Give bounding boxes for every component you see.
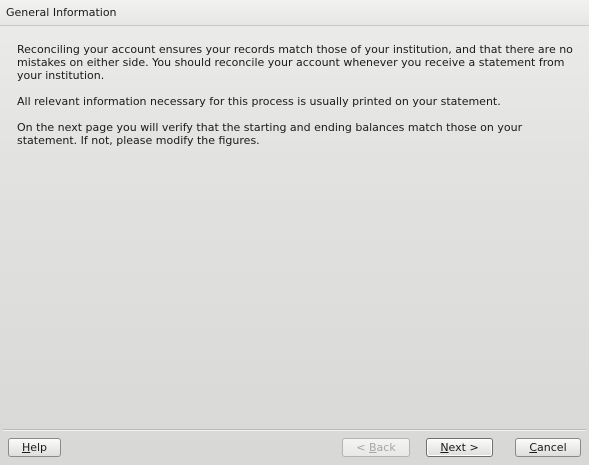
cancel-button[interactable]: Cancel (515, 438, 581, 457)
reconcile-wizard-dialog: General Information Reconciling your acc… (0, 0, 589, 465)
next-mnemonic: N (440, 441, 449, 454)
next-page-paragraph: On the next page you will verify that th… (17, 121, 523, 147)
back-mnemonic: B (369, 441, 377, 454)
statement-paragraph: All relevant information necessary for t… (17, 95, 501, 108)
header-divider (0, 25, 589, 26)
help-mnemonic: H (21, 441, 31, 454)
cancel-mnemonic: C (529, 441, 538, 454)
next-button[interactable]: Next > (426, 438, 493, 457)
footer-divider (3, 429, 586, 431)
information-text: Reconciling your account ensures your re… (17, 43, 577, 160)
next-label-rest: ext > (448, 441, 479, 454)
help-button[interactable]: Help (8, 438, 61, 457)
page-title: General Information (6, 6, 117, 19)
help-label-rest: elp (30, 441, 48, 454)
back-prefix: < (356, 441, 369, 454)
back-button[interactable]: < Back (342, 438, 410, 457)
intro-paragraph: Reconciling your account ensures your re… (17, 43, 573, 82)
back-label-rest: ack (376, 441, 396, 454)
cancel-label-rest: ancel (537, 441, 567, 454)
wizard-header: General Information (0, 0, 589, 26)
